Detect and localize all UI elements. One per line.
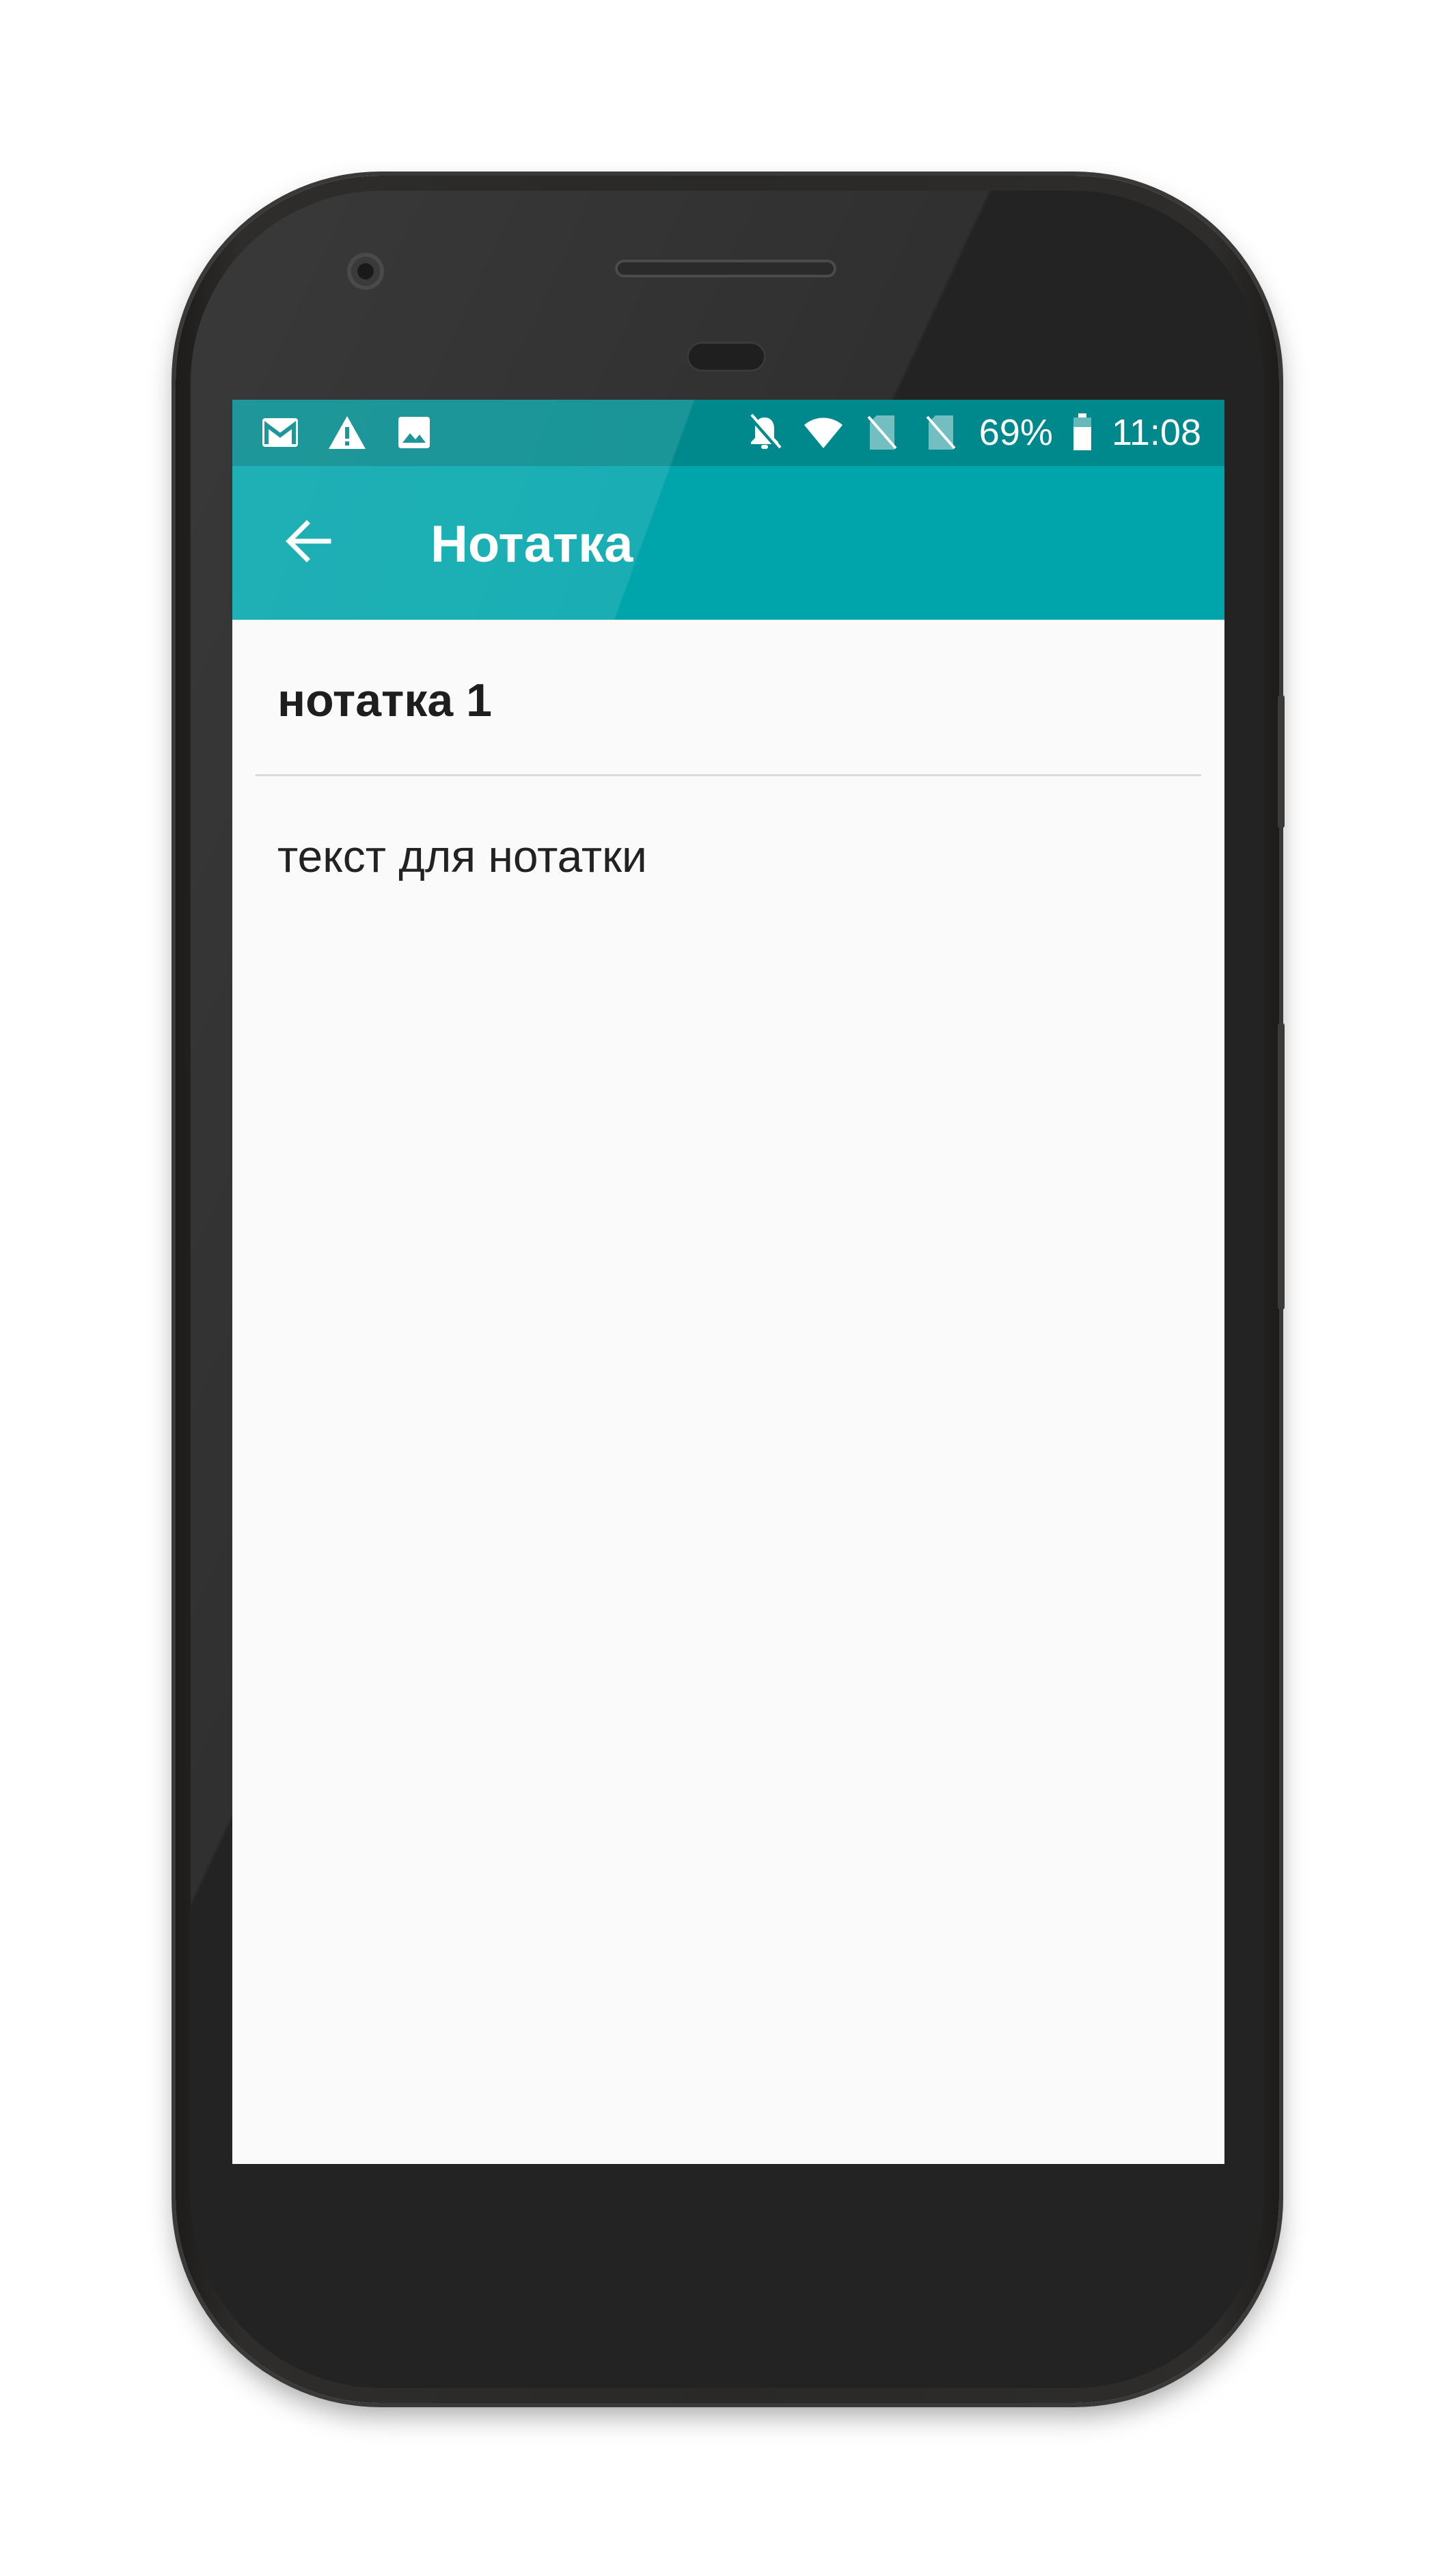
battery-percent: 69% [978,412,1053,453]
screen: 69% 11:08 Нотатка нотатка 1 текст для но… [232,400,1224,2164]
note-body[interactable]: текст для нотатки [277,829,1179,883]
app-bar-title: Нотатка [430,515,633,573]
image-icon [394,412,435,453]
clock: 11:08 [1111,412,1201,453]
system-status: 69% 11:08 [744,412,1201,453]
app-bar: Нотатка [232,466,1224,620]
proximity-sensor [687,342,766,372]
battery-icon [1071,412,1094,453]
earpiece-speaker [615,260,836,277]
gmail-icon [260,412,301,453]
front-camera [347,253,384,290]
warning-icon [327,412,368,453]
no-sim-icon [862,412,903,453]
note-title[interactable]: нотатка 1 [277,673,1179,728]
notification-icons [260,412,435,453]
wifi-icon [803,412,844,453]
back-button[interactable] [273,508,342,577]
stage: 69% 11:08 Нотатка нотатка 1 текст для но… [0,0,1452,2576]
arrow-back-icon [284,519,331,566]
volume-rocker [1278,1023,1285,1310]
notifications-off-icon [744,412,785,453]
divider [256,774,1201,776]
no-sim-icon [920,412,961,453]
power-button [1278,695,1285,828]
status-bar: 69% 11:08 [232,400,1224,466]
